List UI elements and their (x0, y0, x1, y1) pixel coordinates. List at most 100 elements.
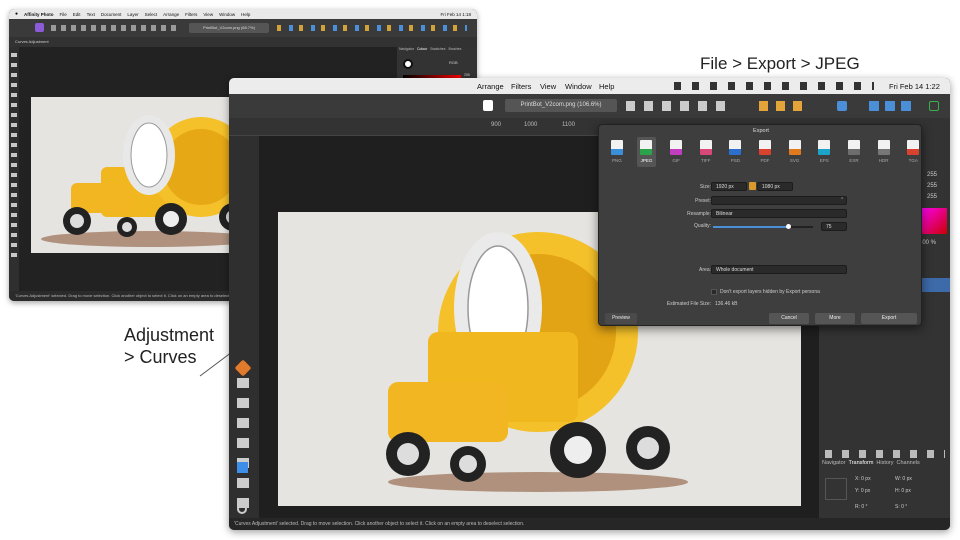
format-hdr-button[interactable]: HDR (874, 137, 894, 167)
transform-value[interactable]: 0 px (861, 476, 870, 482)
doc-tab[interactable]: PrintBot_V2com.png (68.7%) (189, 23, 269, 33)
menu-help[interactable]: Help (599, 82, 614, 91)
value-r[interactable]: 255 (464, 73, 470, 77)
preset-label: Preset: (695, 198, 711, 204)
menu-layer[interactable]: Layer (127, 12, 138, 17)
tab-channels[interactable]: Channels (897, 460, 920, 470)
transform-value[interactable]: 0 px (902, 476, 911, 482)
format-png-button[interactable]: PNG (607, 137, 627, 167)
resample-select[interactable]: Bilinear (711, 209, 847, 218)
app-name[interactable]: Affinity Photo (24, 12, 54, 17)
value-g[interactable]: 255 (927, 183, 937, 189)
export-button[interactable]: Export (861, 313, 917, 324)
quality-field[interactable]: 75 (821, 222, 847, 231)
tab-brushes[interactable]: Brushes (448, 47, 461, 54)
menu-filters[interactable]: Filters (511, 82, 531, 91)
anchor-grid-icon[interactable] (825, 478, 847, 500)
transform-value[interactable]: 0 ° (861, 504, 867, 510)
format-pdf-button[interactable]: PDF (755, 137, 775, 167)
lock-icon[interactable] (749, 182, 756, 190)
menu-document[interactable]: Document (101, 12, 122, 17)
width-field[interactable]: 1920 px (711, 182, 747, 191)
file-png-icon (610, 140, 623, 155)
format-label: GIF (672, 158, 680, 163)
transform-h[interactable]: H: 0 px (895, 488, 911, 494)
text-tool-icon[interactable]: A (237, 476, 246, 490)
transform-x[interactable]: X: 0 px (855, 476, 871, 482)
menu-view[interactable]: View (203, 12, 213, 17)
menu-window[interactable]: Window (565, 82, 592, 91)
toolbar-icons-right[interactable] (869, 101, 914, 111)
tab-navigator[interactable]: Navigator (822, 460, 846, 470)
user-icon[interactable] (929, 101, 939, 111)
tab-transform[interactable]: Transform (849, 460, 874, 470)
format-psd-button[interactable]: PSD (726, 137, 746, 167)
menu-window[interactable]: Window (219, 12, 235, 17)
file-exr-icon (847, 140, 860, 155)
value-b[interactable]: 255 (927, 194, 937, 200)
cancel-button[interactable]: Cancel (769, 313, 809, 324)
format-exr-button[interactable]: EXR (844, 137, 864, 167)
colour-picker-gradient[interactable] (919, 208, 947, 234)
menu-bar: ● Affinity Photo File Edit Text Document… (9, 9, 477, 19)
value-r[interactable]: 255 (927, 172, 937, 178)
color-swatch-icon[interactable] (237, 462, 248, 473)
colour-wheel-icon[interactable] (403, 59, 413, 69)
preview-button[interactable]: Preview (605, 313, 637, 324)
panel-bottom-icons[interactable] (825, 450, 945, 458)
format-jpeg-button[interactable]: JPEG (636, 137, 657, 167)
export-dialog: Export PNG JPEG GIF TIFF PSD PDF SVG EPS EXR HDR T… (598, 124, 922, 326)
area-select[interactable]: Whole document (711, 265, 847, 274)
menu-select[interactable]: Select (145, 12, 158, 17)
more-button[interactable]: More (815, 313, 855, 324)
format-gif-button[interactable]: GIF (666, 137, 686, 167)
transform-value[interactable]: 0 px (901, 488, 910, 494)
doc-tab[interactable]: PrintBot_V2com.png (106.6%) (505, 99, 617, 112)
format-tga-button[interactable]: TGA (903, 137, 923, 167)
height-field[interactable]: 1080 px (757, 182, 793, 191)
menu-file[interactable]: File (60, 12, 67, 17)
tab-colour[interactable]: Colour (417, 47, 427, 54)
menu-help[interactable]: Help (241, 12, 250, 17)
menu-arrange[interactable]: Arrange (477, 82, 504, 91)
tools-panel (9, 47, 19, 291)
format-eps-button[interactable]: EPS (814, 137, 834, 167)
tool-icons[interactable] (11, 53, 17, 263)
transform-value[interactable]: 0 px (861, 488, 870, 494)
toolbar-icons-right[interactable] (277, 25, 467, 31)
transform-w[interactable]: W: 0 px (895, 476, 912, 482)
persona-photo-icon[interactable] (35, 23, 44, 32)
transform-r[interactable]: R: 0 ° (855, 504, 868, 510)
toolbar: PrintBot_V2com.png (106.6%) (229, 94, 950, 118)
quality-slider-knob[interactable] (785, 224, 791, 229)
menu-arrange[interactable]: Arrange (163, 12, 179, 17)
apple-icon[interactable]: ● (15, 11, 18, 17)
align-icons[interactable] (759, 101, 809, 111)
zoom-tool-icon[interactable] (237, 504, 247, 514)
menu-view[interactable]: View (540, 82, 556, 91)
tab-swatches[interactable]: Swatches (430, 47, 445, 54)
panel-tabs[interactable]: Navigator Colour Swatches Brushes (399, 47, 475, 54)
persona-icon[interactable] (483, 100, 493, 111)
transform-tabs[interactable]: Navigator Transform History Channels (819, 460, 950, 470)
transform-value[interactable]: 0 ° (901, 504, 907, 510)
menu-bar-status-icons[interactable] (674, 82, 874, 90)
brush-tool-icon[interactable] (234, 359, 252, 377)
tab-history[interactable]: History (876, 460, 893, 470)
toolbar-icons[interactable] (626, 101, 726, 111)
menu-edit[interactable]: Edit (73, 12, 81, 17)
transform-label: Y: (855, 488, 860, 494)
transform-s[interactable]: S: 0 ° (895, 504, 907, 510)
format-tiff-button[interactable]: TIFF (696, 137, 716, 167)
preset-select[interactable] (711, 196, 847, 205)
quality-slider[interactable] (713, 224, 813, 229)
menu-filters[interactable]: Filters (185, 12, 197, 17)
format-svg-button[interactable]: SVG (785, 137, 805, 167)
hidden-layers-checkbox[interactable] (711, 289, 717, 295)
tab-navigator[interactable]: Navigator (399, 47, 414, 54)
color-model[interactable]: RGB (449, 60, 458, 65)
menu-text[interactable]: Text (87, 12, 95, 17)
toolbar-icons[interactable] (51, 25, 181, 31)
snapping-icon[interactable] (837, 101, 847, 111)
transform-y[interactable]: Y: 0 px (855, 488, 870, 494)
